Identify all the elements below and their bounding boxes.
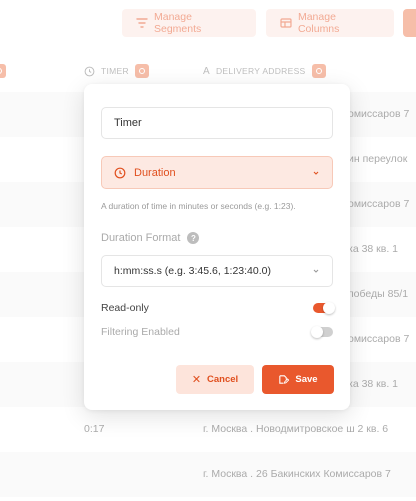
address-cell: победы 85/1 <box>348 288 409 300</box>
address-cell: ка 38 кв. 1 <box>348 243 399 255</box>
toolbar-primary-button[interactable] <box>403 9 416 37</box>
header-delivery-address[interactable]: A DELIVERY ADDRESS <box>203 62 326 80</box>
read-only-toggle[interactable] <box>313 302 335 314</box>
filter-icon <box>136 18 148 28</box>
read-only-row: Read-only <box>101 300 335 316</box>
column-settings-icon[interactable] <box>134 64 149 78</box>
manage-segments-label: Manage Segments <box>153 11 202 35</box>
field-type-select[interactable]: Duration <box>101 156 333 189</box>
header-timer[interactable]: TIMER <box>84 62 149 80</box>
filtering-enabled-toggle[interactable] <box>311 326 333 338</box>
cancel-label: Cancel <box>207 374 239 385</box>
duration-format-label: Duration Format ? <box>101 232 200 244</box>
save-edit-icon <box>279 375 290 384</box>
text-type-icon: A <box>203 65 210 77</box>
manage-columns-label: Manage Columns <box>297 11 340 35</box>
clock-icon <box>84 66 95 76</box>
address-cell: г. Москва . 26 Бакинских Комиссаров 7 <box>203 468 391 480</box>
help-icon[interactable]: ? <box>187 232 200 244</box>
header-timer-label: TIMER <box>101 66 129 76</box>
address-cell: омиссаров 7 <box>348 333 410 345</box>
table-header: TIMER A DELIVERY ADDRESS <box>0 62 416 82</box>
manage-segments-button[interactable]: Manage Segments <box>122 9 256 37</box>
chevron-down-icon <box>313 171 319 175</box>
duration-format-label-text: Duration Format <box>101 232 181 244</box>
save-label: Save <box>295 374 318 385</box>
field-type-help-text: A duration of time in minutes or seconds… <box>101 201 296 211</box>
filtering-row: Filtering Enabled <box>101 324 333 340</box>
duration-format-value: h:mm:ss.s (e.g. 3:45.6, 1:23:40.0) <box>114 265 271 277</box>
field-settings-modal: Timer Duration A duration of time in min… <box>84 84 350 410</box>
field-name-value: Timer <box>114 117 142 129</box>
column-settings-icon[interactable] <box>311 64 326 78</box>
chevron-down-icon <box>313 269 319 273</box>
address-cell: г. Москва . Новодмитровское ш 2 кв. 6 <box>203 423 389 435</box>
table-row[interactable]: 0:17 г. Москва . Новодмитровское ш 2 кв. … <box>0 407 416 452</box>
read-only-label: Read-only <box>101 302 149 314</box>
field-type-value: Duration <box>134 166 176 179</box>
close-icon: ✕ <box>191 374 202 386</box>
columns-icon <box>280 18 292 28</box>
time-cell: 0:17 <box>84 423 105 435</box>
address-cell: омиссаров 7 <box>348 198 410 210</box>
address-cell: ин переулок <box>348 153 408 165</box>
duration-format-select[interactable]: h:mm:ss.s (e.g. 3:45.6, 1:23:40.0) <box>101 255 333 287</box>
save-button[interactable]: Save <box>262 365 334 394</box>
clock-icon <box>114 167 126 178</box>
manage-columns-button[interactable]: Manage Columns <box>266 9 394 37</box>
table-row[interactable]: г. Москва . 26 Бакинских Комиссаров 7 <box>0 452 416 497</box>
filtering-enabled-label: Filtering Enabled <box>101 326 180 338</box>
address-cell: ка 38 кв. 1 <box>348 378 399 390</box>
header-prev-column-icon <box>0 62 6 80</box>
header-delivery-address-label: DELIVERY ADDRESS <box>215 66 306 76</box>
field-name-input[interactable]: Timer <box>101 107 333 139</box>
address-cell: омиссаров 7 <box>348 108 410 120</box>
cancel-button[interactable]: ✕ Cancel <box>176 365 254 394</box>
